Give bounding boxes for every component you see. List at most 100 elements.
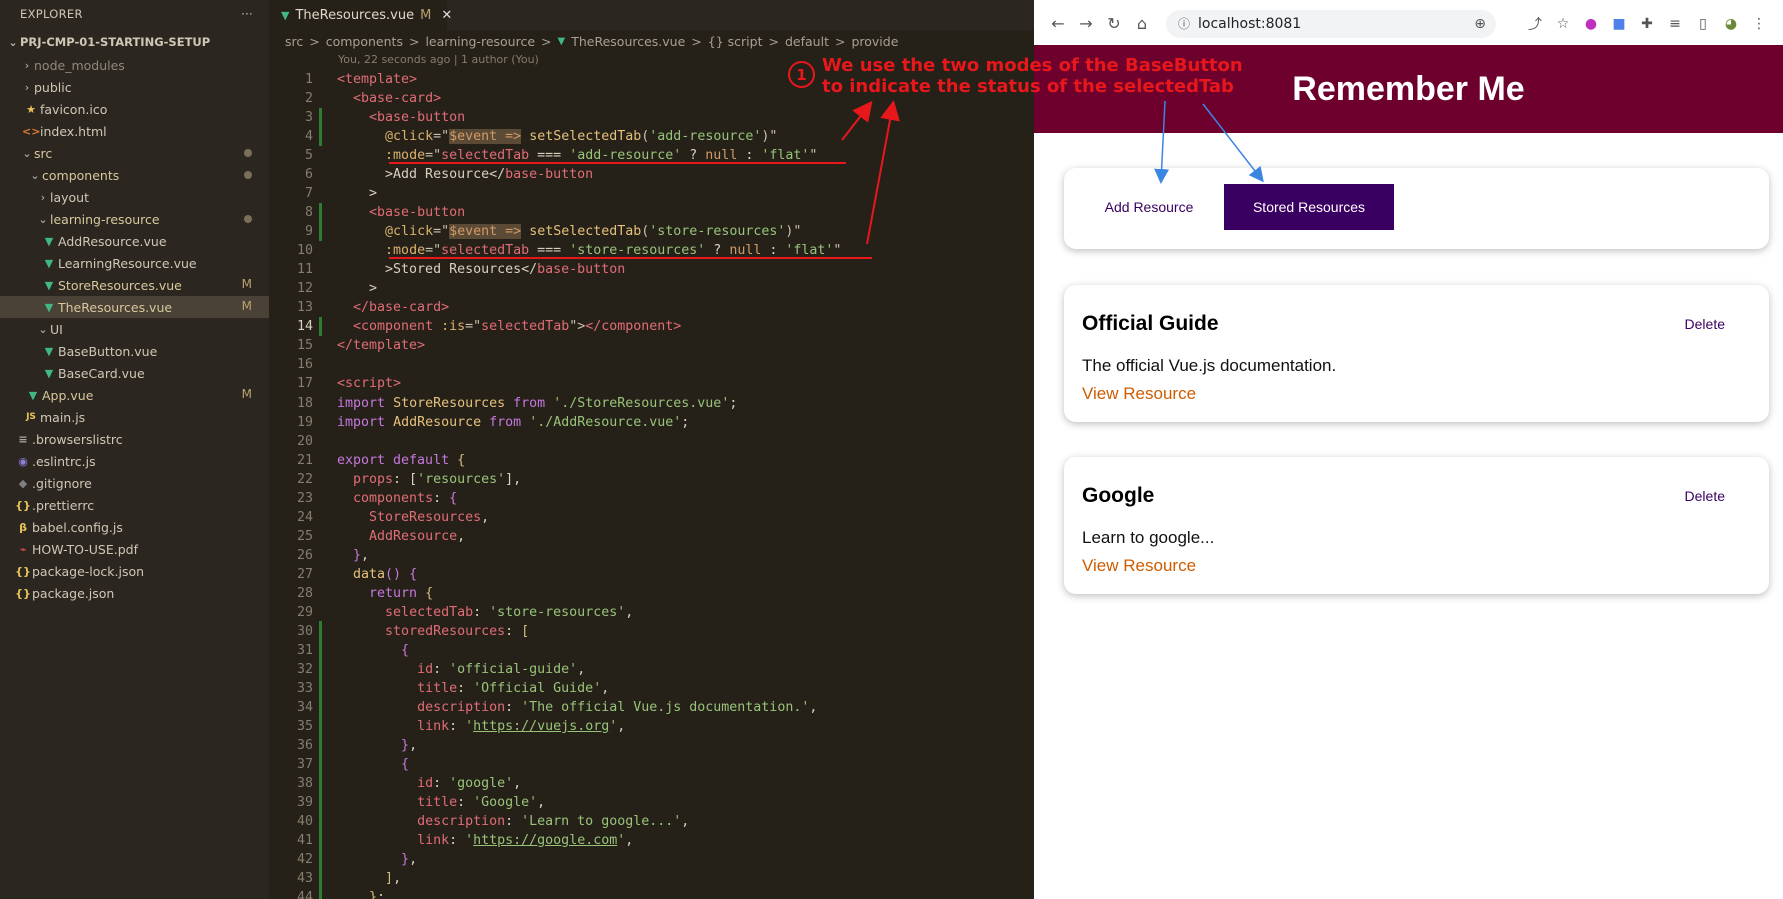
breadcrumb-item[interactable]: src xyxy=(285,34,303,49)
folder-src[interactable]: ⌄ src xyxy=(0,142,269,164)
folder-public[interactable]: › public xyxy=(0,76,269,98)
avatar[interactable]: ◕ xyxy=(1717,16,1745,32)
file-gitignore[interactable]: ◆ .gitignore xyxy=(0,472,269,494)
file-learningresource[interactable]: ▼ LearningResource.vue xyxy=(0,252,269,274)
code-line[interactable]: 22 props: ['resources'], xyxy=(269,470,1034,489)
code-line[interactable]: 30 storedResources: [ xyxy=(269,622,1034,641)
code-line[interactable]: 28 return { xyxy=(269,584,1034,603)
file-browserslistrc[interactable]: ≡ .browserslistrc xyxy=(0,428,269,450)
stored-resources-button[interactable]: Stored Resources xyxy=(1224,184,1394,230)
view-resource-link[interactable]: View Resource xyxy=(1082,384,1196,404)
project-root[interactable]: ⌄ PRJ-CMP-01-STARTING-SETUP xyxy=(0,28,269,56)
delete-button[interactable]: Delete xyxy=(1685,488,1725,504)
zoom-icon[interactable]: ⊕ xyxy=(1474,16,1486,32)
share-icon[interactable]: ⤴ xyxy=(1521,14,1549,34)
more-actions-icon[interactable]: ··· xyxy=(241,7,253,21)
home-icon[interactable]: ⌂ xyxy=(1128,14,1156,33)
code-line[interactable]: 40 description: 'Learn to google...', xyxy=(269,812,1034,831)
code-line[interactable]: 7 > xyxy=(269,184,1034,203)
file-favicon[interactable]: ★ favicon.ico xyxy=(0,98,269,120)
code-line[interactable]: 36 }, xyxy=(269,736,1034,755)
file-storeresources[interactable]: ▼ StoreResources.vue M xyxy=(0,274,269,296)
code-line[interactable]: 34 description: 'The official Vue.js doc… xyxy=(269,698,1034,717)
code-line[interactable]: 17 <script> xyxy=(269,374,1034,393)
add-resource-button[interactable]: Add Resource xyxy=(1094,184,1204,230)
code-line[interactable]: 42 }, xyxy=(269,850,1034,869)
code-line[interactable]: 26 }, xyxy=(269,546,1034,565)
code-line[interactable]: 11 >Stored Resources</base-button xyxy=(269,260,1034,279)
folder-node-modules[interactable]: › node_modules xyxy=(0,54,269,76)
code-line[interactable]: 44 }; xyxy=(269,888,1034,899)
media-icon[interactable]: ≡ xyxy=(1661,16,1689,32)
reload-icon[interactable]: ↻ xyxy=(1100,14,1128,33)
code-line[interactable]: 37 { xyxy=(269,755,1034,774)
file-prettierrc[interactable]: {} .prettierrc xyxy=(0,494,269,516)
code-line[interactable]: 16 xyxy=(269,355,1034,374)
code-line[interactable]: 12 > xyxy=(269,279,1034,298)
bookmark-star-icon[interactable]: ☆ xyxy=(1549,16,1577,32)
file-app-vue[interactable]: ▼ App.vue M xyxy=(0,384,269,406)
code-line[interactable]: 39 title: 'Google', xyxy=(269,793,1034,812)
view-resource-link[interactable]: View Resource xyxy=(1082,556,1196,576)
code-editor[interactable]: ▼ TheResources.vue M ✕ src > components … xyxy=(269,0,1034,899)
code-line[interactable]: 8 <base-button xyxy=(269,203,1034,222)
folder-learning-resource[interactable]: ⌄ learning-resource xyxy=(0,208,269,230)
extension-icon[interactable]: ● xyxy=(1577,16,1605,32)
breadcrumb-item[interactable]: learning-resource xyxy=(425,34,535,49)
file-package-json[interactable]: {} package.json xyxy=(0,582,269,604)
code-line[interactable]: 25 AddResource, xyxy=(269,527,1034,546)
breadcrumb-item[interactable]: provide xyxy=(851,34,898,49)
breadcrumb-item[interactable]: {} script xyxy=(708,34,763,49)
file-how-to-use[interactable]: ⌁ HOW-TO-USE.pdf xyxy=(0,538,269,560)
file-babel-config[interactable]: β babel.config.js xyxy=(0,516,269,538)
code-line[interactable]: 27 data() { xyxy=(269,565,1034,584)
breadcrumb-item[interactable]: TheResources.vue xyxy=(571,34,685,49)
code-line[interactable]: 19 import AddResource from './AddResource… xyxy=(269,413,1034,432)
file-main-js[interactable]: JS main.js xyxy=(0,406,269,428)
file-addresource[interactable]: ▼ AddResource.vue xyxy=(0,230,269,252)
code-line[interactable]: 35 link: 'https://vuejs.org', xyxy=(269,717,1034,736)
tab-theresources[interactable]: ▼ TheResources.vue M ✕ xyxy=(269,0,452,30)
translate-icon[interactable]: ■ xyxy=(1605,16,1633,32)
code-line[interactable]: 24 StoreResources, xyxy=(269,508,1034,527)
code-line[interactable]: 15 </template> xyxy=(269,336,1034,355)
close-icon[interactable]: ✕ xyxy=(441,8,452,23)
breadcrumb-item[interactable]: default xyxy=(785,34,829,49)
code-line[interactable]: 9 @click="$event => setSelectedTab('stor… xyxy=(269,222,1034,241)
puzzle-icon[interactable]: ✚ xyxy=(1633,16,1661,32)
folder-layout[interactable]: › layout xyxy=(0,186,269,208)
file-index-html[interactable]: <> index.html xyxy=(0,120,269,142)
folder-components[interactable]: ⌄ components xyxy=(0,164,269,186)
back-icon[interactable]: ← xyxy=(1044,14,1072,33)
code-line[interactable]: 31 { xyxy=(269,641,1034,660)
code-line[interactable]: 21 export default { xyxy=(269,451,1034,470)
folder-ui[interactable]: ⌄ UI xyxy=(0,318,269,340)
delete-button[interactable]: Delete xyxy=(1685,316,1725,332)
code-line[interactable]: 14 <component :is="selectedTab"></compon… xyxy=(269,317,1034,336)
sidepanel-icon[interactable]: ▯ xyxy=(1689,16,1717,32)
code-line[interactable]: 32 id: 'official-guide', xyxy=(269,660,1034,679)
file-eslintrc[interactable]: ◉ .eslintrc.js xyxy=(0,450,269,472)
forward-icon[interactable]: → xyxy=(1072,14,1100,33)
file-theresources[interactable]: ▼ TheResources.vue M xyxy=(0,296,269,318)
code-line[interactable]: 13 </base-card> xyxy=(269,298,1034,317)
code-line[interactable]: 29 selectedTab: 'store-resources', xyxy=(269,603,1034,622)
code-line[interactable]: 38 id: 'google', xyxy=(269,774,1034,793)
code-line[interactable]: 4 @click="$event => setSelectedTab('add-… xyxy=(269,127,1034,146)
address-bar[interactable]: ⓘ localhost:8081 ⊕ xyxy=(1166,9,1496,38)
code-line[interactable]: 23 components: { xyxy=(269,489,1034,508)
code-line[interactable]: 18 import StoreResources from './StoreRes… xyxy=(269,394,1034,413)
code-line[interactable]: 5 :mode="selectedTab === 'add-resource' … xyxy=(269,146,1034,165)
code-line[interactable]: 6 >Add Resource</base-button xyxy=(269,165,1034,184)
file-basecard[interactable]: ▼ BaseCard.vue xyxy=(0,362,269,384)
menu-icon[interactable]: ⋮ xyxy=(1745,16,1773,32)
breadcrumb-item[interactable]: components xyxy=(326,34,403,49)
code-line[interactable]: 43 ], xyxy=(269,869,1034,888)
code-line[interactable]: 20 xyxy=(269,432,1034,451)
code-line[interactable]: 10 :mode="selectedTab === 'store-resourc… xyxy=(269,241,1034,260)
code-line[interactable]: 41 link: 'https://google.com', xyxy=(269,831,1034,850)
file-package-lock[interactable]: {} package-lock.json xyxy=(0,560,269,582)
code-line[interactable]: 33 title: 'Official Guide', xyxy=(269,679,1034,698)
file-basebutton[interactable]: ▼ BaseButton.vue xyxy=(0,340,269,362)
code-line[interactable]: 3 <base-button xyxy=(269,108,1034,127)
